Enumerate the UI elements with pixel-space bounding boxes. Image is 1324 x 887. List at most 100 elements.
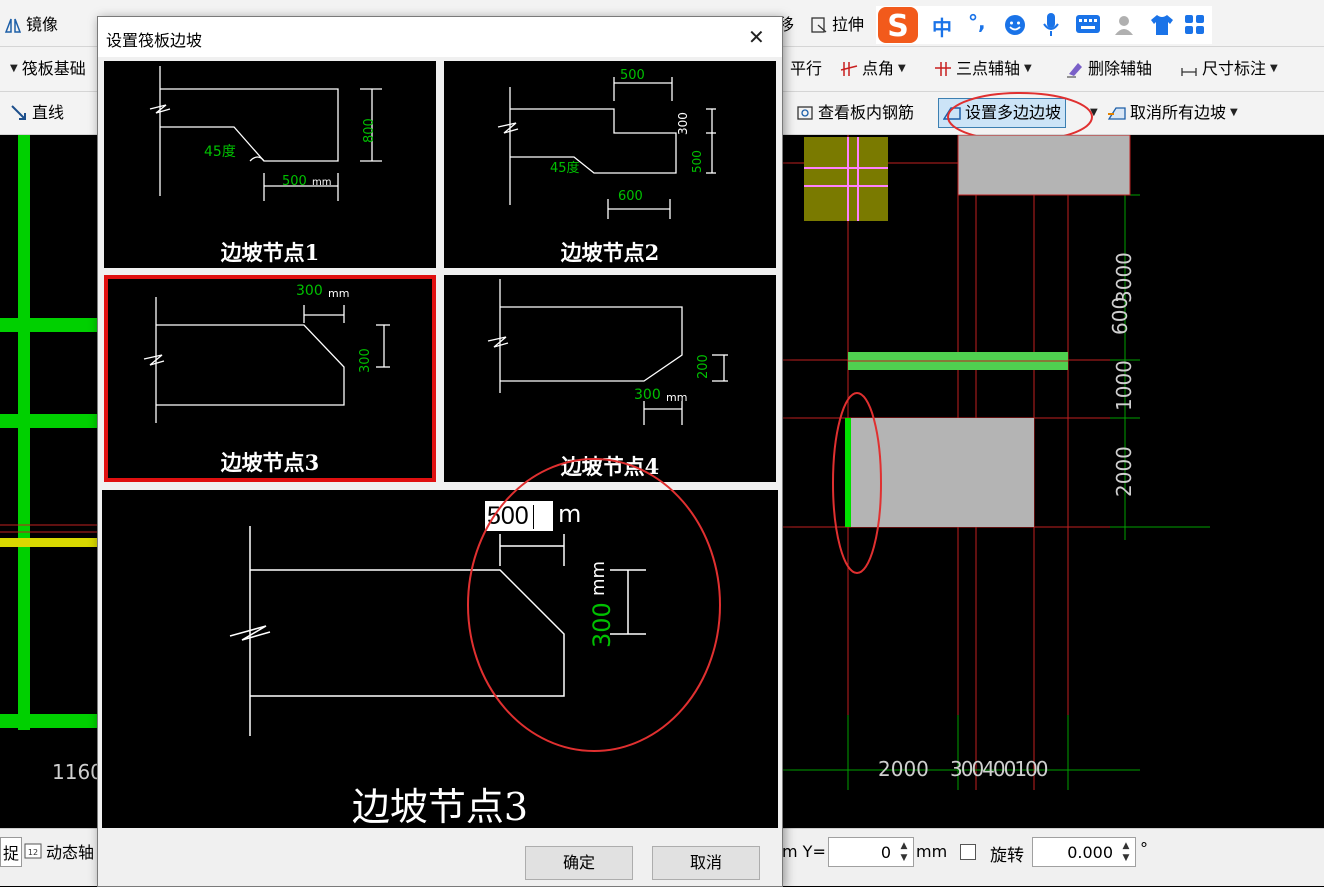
y-coordinate-input[interactable]: 0 ▲ ▼ [828, 837, 914, 867]
node-3-unit: mm [328, 287, 350, 300]
stretch-icon [811, 17, 827, 33]
ime-punct[interactable]: °, [968, 10, 986, 34]
dynamic-axis-toggle[interactable]: 12 动态轴 [24, 839, 94, 863]
point-angle-tool[interactable]: 点角 ▼ [840, 54, 906, 84]
spinner-arrows-icon[interactable]: ▲ ▼ [1119, 840, 1133, 864]
microphone-icon[interactable] [1041, 12, 1061, 38]
v-dim-3: 1000 [1112, 360, 1136, 411]
node-2-title: 边坡节点2 [560, 240, 660, 265]
cancel-slope-icon [1108, 107, 1126, 120]
mm-unit: mm [916, 842, 948, 861]
dropdown-arrow-icon: ▼ [1230, 107, 1238, 118]
dialog-titlebar[interactable]: 设置筏板边坡 ✕ [98, 17, 782, 57]
point-angle-label: 点角 [862, 59, 895, 78]
node-2-dim-bottom: 600 [618, 189, 643, 204]
three-point-axis-label: 三点辅轴 [956, 59, 1021, 78]
dynamic-axis-label: 动态轴 [46, 843, 95, 862]
node-3-title: 边坡节点3 [220, 450, 320, 475]
node-1-dim-h: 800 [362, 118, 377, 143]
delete-axis-tool[interactable]: 删除辅轴 [1066, 54, 1152, 84]
h-dim-2: 300400100 [950, 757, 1049, 781]
cancel-all-slopes-tool[interactable]: 取消所有边坡 ▼ [1108, 98, 1238, 128]
node-4-dim-h: 200 [696, 354, 711, 379]
node-4-dim-w: 300 [634, 387, 661, 403]
delete-axis-label: 删除辅轴 [1088, 59, 1153, 78]
node-2-dim-v2: 500 [690, 150, 704, 173]
v-dim-2: 3000 [1112, 252, 1136, 303]
emoji-icon[interactable] [1004, 14, 1026, 36]
rotate-input[interactable]: 0.000 ▲ ▼ [1032, 837, 1136, 867]
parallel-label: 平行 [790, 59, 823, 78]
node-2-dim-top: 500 [620, 68, 645, 83]
svg-text:12: 12 [28, 848, 38, 857]
slope-node-3[interactable]: 300 mm 300 边坡节点3 [104, 275, 436, 482]
eraser-icon [1067, 63, 1082, 78]
dimension-icon [1181, 68, 1197, 76]
node-1-title: 边坡节点1 [220, 240, 320, 265]
node-1-unit: mm [312, 177, 332, 188]
node-3-dim-w: 300 [296, 283, 323, 299]
node-1-angle: 45度 [204, 144, 236, 160]
h-dim-1: 2000 [878, 757, 929, 781]
dropdown-arrow-icon: ▼ [1270, 63, 1278, 74]
rotate-value: 0.000 [1067, 843, 1113, 862]
ok-button[interactable]: 确定 [525, 846, 633, 880]
node-1-dim-w: 500 [282, 174, 307, 189]
line-tool[interactable]: 直线 [10, 98, 64, 128]
cancel-button[interactable]: 取消 [652, 846, 760, 880]
svg-text:S: S [887, 9, 909, 43]
line-label: 直线 [32, 103, 65, 122]
view-rebar-label: 查看板内钢筋 [818, 103, 915, 122]
dimension-tool[interactable]: 尺寸标注 ▼ [1180, 54, 1278, 84]
preview-title: 边坡节点3 [351, 785, 529, 829]
canvas-left-label: 1160 [52, 760, 103, 784]
node-2-angle: 45度 [550, 161, 580, 176]
slope-node-1[interactable]: 45度 800 500 mm 边坡节点1 [104, 61, 436, 268]
dropdown-arrow-icon: ▼ [898, 63, 906, 74]
view-rebar-tool[interactable]: 查看板内钢筋 [796, 98, 914, 128]
v-dim-4: 2000 [1112, 446, 1136, 497]
raft-base-label: 筏板基础 [21, 59, 86, 78]
keyboard-icon[interactable] [1076, 15, 1100, 33]
slope-node-4[interactable]: 200 300 mm 边坡节点4 [444, 275, 776, 482]
stretch-tool[interactable]: 拉伸 [810, 10, 864, 40]
rotate-label: 旋转 [990, 846, 1024, 866]
raft-slope-dialog: 设置筏板边坡 ✕ 45度 800 500 mm 边坡节点1 500 45度 30… [97, 16, 783, 887]
spinner-arrows-icon[interactable]: ▲ ▼ [897, 840, 911, 864]
dropdown-arrow-icon: ▼ [10, 63, 18, 74]
line-arrow-icon [11, 105, 26, 120]
annotation-ellipse-preview [467, 458, 721, 752]
mirror-label: 镜像 [26, 15, 59, 34]
cancel-all-slopes-label: 取消所有边坡 [1130, 103, 1227, 122]
sogou-logo-icon[interactable]: S [878, 7, 918, 43]
node-3-dim-h: 300 [358, 348, 373, 373]
dropdown-arrow-icon: ▼ [1024, 63, 1032, 74]
rotate-checkbox[interactable] [960, 844, 976, 860]
ime-lang[interactable]: 中 [932, 12, 952, 41]
dynamic-input-icon: 12 [24, 843, 42, 859]
node-2-dim-v1: 300 [676, 112, 690, 135]
raft-base-dropdown[interactable]: ▼ 筏板基础 [10, 54, 86, 84]
degree-unit: ° [1140, 839, 1148, 858]
ime-toolbar: S 中 °, [876, 6, 1212, 44]
stretch-label: 拉伸 [832, 15, 865, 34]
snap-label: 捉 [3, 844, 20, 863]
annotation-ellipse-canvas [832, 392, 882, 574]
y-label: m Y= [782, 842, 826, 861]
skin-shirt-icon[interactable] [1150, 14, 1174, 36]
slope-node-2[interactable]: 500 45度 300 500 600 边坡节点2 [444, 61, 776, 268]
three-point-axis-icon [935, 62, 951, 76]
toolbox-grid-icon[interactable] [1184, 14, 1206, 36]
view-rebar-icon [797, 106, 813, 120]
mirror-tool[interactable]: 镜像 [4, 10, 58, 40]
close-icon[interactable]: ✕ [748, 25, 765, 49]
point-angle-icon [840, 62, 858, 76]
dialog-title: 设置筏板边坡 [106, 31, 203, 50]
mirror-icon [4, 18, 22, 33]
y-value: 0 [880, 843, 891, 862]
three-point-axis-tool[interactable]: 三点辅轴 ▼ [934, 54, 1032, 84]
dimension-label: 尺寸标注 [1202, 59, 1267, 78]
node-4-unit: mm [666, 391, 688, 404]
user-icon[interactable] [1114, 13, 1138, 37]
snap-toggle[interactable]: 捉 [0, 837, 23, 867]
